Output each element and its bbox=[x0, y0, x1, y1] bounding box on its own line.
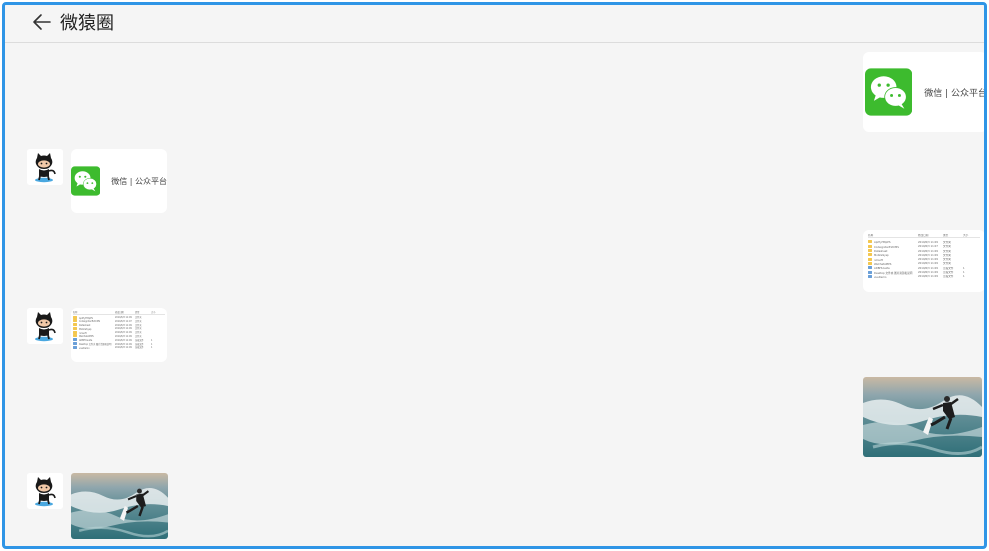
explorer-header-row: 名称 修改日期 类型 大小 bbox=[73, 311, 165, 315]
explorer-header-row: 名称 修改日期 类型 大小 bbox=[868, 234, 980, 239]
surfer-photo bbox=[71, 473, 168, 539]
column-header: 类型 bbox=[943, 234, 949, 238]
column-header: 名称 bbox=[73, 310, 78, 314]
wechat-logo-icon bbox=[71, 166, 101, 196]
octocat-avatar-icon bbox=[27, 473, 63, 509]
column-header: 大小 bbox=[963, 234, 969, 238]
outgoing-image-message[interactable]: 名称 修改日期 类型 大小 ApiHyHttpPS 2019/6/3 11:09 文… bbox=[863, 230, 984, 292]
wechat-card-label: 微信 | 公众平台 bbox=[111, 176, 167, 186]
column-header: 修改日期 bbox=[115, 310, 124, 314]
surfer-photo bbox=[863, 377, 982, 457]
column-header: 名称 bbox=[868, 234, 874, 238]
outgoing-image-message[interactable] bbox=[863, 377, 982, 457]
column-header: 修改日期 bbox=[918, 234, 929, 238]
avatar[interactable] bbox=[27, 149, 63, 185]
chat-header: 微猿圈 bbox=[5, 5, 984, 43]
incoming-image-message[interactable] bbox=[71, 473, 168, 539]
avatar[interactable] bbox=[27, 308, 63, 344]
wechat-logo-icon bbox=[865, 68, 913, 116]
incoming-image-message[interactable]: 名称 修改日期 类型 大小 ApiHyHttpPS 2019/6/3 11:09 文… bbox=[71, 308, 167, 362]
page-title: 微猿圈 bbox=[60, 13, 114, 34]
arrow-left-icon bbox=[33, 14, 51, 30]
column-header: 类型 bbox=[135, 310, 140, 314]
back-button[interactable] bbox=[31, 11, 53, 33]
table-row: vueDemo 2019/6/3 11:09 压缩文件 1 bbox=[73, 345, 165, 350]
chat-window: 微猿圈 微信 | 公众平台 微信 | 公众平台 名称 修改日期 类型 大小 Ap… bbox=[2, 2, 987, 549]
avatar[interactable] bbox=[27, 473, 63, 509]
table-row: vueDemo 2019/6/3 11:09 压缩文件 1 bbox=[868, 274, 980, 279]
octocat-avatar-icon bbox=[27, 149, 63, 185]
outgoing-image-message[interactable]: 微信 | 公众平台 bbox=[863, 52, 987, 132]
incoming-image-message[interactable]: 微信 | 公众平台 bbox=[71, 149, 167, 213]
wechat-card-label: 微信 | 公众平台 bbox=[924, 88, 987, 99]
octocat-avatar-icon bbox=[27, 308, 63, 344]
column-header: 大小 bbox=[151, 310, 156, 314]
